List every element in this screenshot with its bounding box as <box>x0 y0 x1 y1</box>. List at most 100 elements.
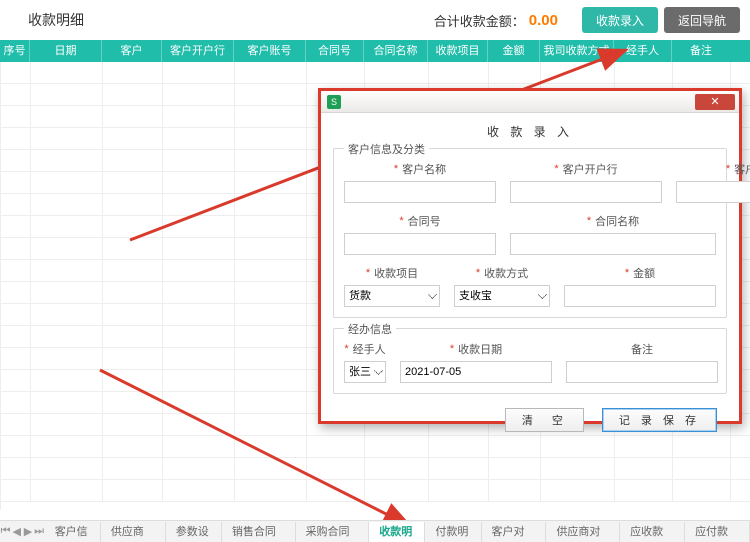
table-cell <box>163 172 235 194</box>
handler-select[interactable]: 张三 <box>344 361 386 383</box>
table-cell <box>31 128 103 150</box>
table-cell <box>31 480 103 502</box>
table-cell <box>163 370 235 392</box>
table-cell <box>103 370 163 392</box>
table-cell <box>1 480 31 502</box>
table-cell <box>489 458 541 480</box>
table-cell <box>163 194 235 216</box>
tab-nav-next[interactable]: ▶ <box>22 525 33 538</box>
required-marker: * <box>726 163 730 175</box>
table-cell <box>103 106 163 128</box>
table-cell <box>103 238 163 260</box>
cust-acct-field[interactable] <box>676 181 750 203</box>
amount-field[interactable] <box>564 285 716 307</box>
sheet-tab[interactable]: 收款明细 <box>369 522 425 542</box>
table-cell <box>1 194 31 216</box>
table-cell <box>103 194 163 216</box>
required-marker: * <box>625 267 629 279</box>
column-header: 备注 <box>672 40 730 62</box>
table-cell <box>235 172 307 194</box>
table-cell <box>103 436 163 458</box>
table-cell <box>365 480 429 502</box>
table-cell <box>31 62 103 84</box>
cust-name-field[interactable] <box>344 181 496 203</box>
contract-no-field[interactable] <box>344 233 496 255</box>
table-cell <box>235 238 307 260</box>
save-button[interactable]: 记 录 保 存 <box>602 408 717 432</box>
table-cell <box>163 150 235 172</box>
remark-field[interactable] <box>566 361 718 383</box>
table-cell <box>1 62 31 84</box>
tab-nav-prev[interactable]: ◀ <box>11 525 22 538</box>
table-cell <box>307 458 365 480</box>
table-cell <box>235 348 307 370</box>
table-cell <box>1 392 31 414</box>
table-cell <box>163 326 235 348</box>
table-cell <box>163 216 235 238</box>
table-cell <box>235 260 307 282</box>
tab-nav-first[interactable]: ⏮ <box>0 525 11 538</box>
sheet-tab[interactable]: 客户信息 <box>45 522 101 542</box>
date-field[interactable] <box>400 361 552 383</box>
sheet-tab[interactable]: 参数设置 <box>166 522 222 542</box>
clear-button[interactable]: 清 空 <box>505 408 584 432</box>
required-marker: * <box>554 163 558 175</box>
grid-header: 序号日期客户客户开户行客户账号合同号合同名称收款项目金额我司收款方式经手人备注 <box>0 40 750 62</box>
sheet-tab[interactable]: 销售合同明细 <box>222 522 296 542</box>
table-cell <box>235 128 307 150</box>
app-icon: S <box>327 95 341 109</box>
contract-name-field[interactable] <box>510 233 716 255</box>
table-cell <box>163 392 235 414</box>
table-cell <box>235 480 307 502</box>
table-cell <box>103 458 163 480</box>
sheet-tab[interactable]: 付款明细 <box>425 522 481 542</box>
back-nav-button[interactable]: 返回导航 <box>664 7 740 33</box>
table-cell <box>1 128 31 150</box>
group-customer-info: 客户信息及分类 *客户名称 *客户开户行 *客户账号 <box>333 148 727 318</box>
sheet-tab[interactable]: 供应商信息 <box>101 522 166 542</box>
table-cell <box>103 84 163 106</box>
label-contract-name: 合同名称 <box>595 213 639 229</box>
table-cell <box>365 458 429 480</box>
table-cell <box>1 458 31 480</box>
table-cell <box>163 62 235 84</box>
sheet-tab[interactable]: 应收款汇总 <box>620 522 685 542</box>
sheet-tab[interactable]: 客户对账单 <box>482 522 547 542</box>
table-cell <box>235 106 307 128</box>
table-cell <box>103 62 163 84</box>
table-cell <box>103 150 163 172</box>
table-cell <box>489 62 541 84</box>
table-cell <box>31 282 103 304</box>
sheet-tab[interactable]: 供应商对账单 <box>546 522 620 542</box>
table-cell <box>1 348 31 370</box>
table-cell <box>1 370 31 392</box>
tab-nav-last[interactable]: ⏭ <box>34 525 45 538</box>
table-cell <box>1 84 31 106</box>
receipt-entry-button[interactable]: 收款录入 <box>582 7 658 33</box>
table-cell <box>31 84 103 106</box>
column-header: 我司收款方式 <box>540 40 614 62</box>
sheet-tab[interactable]: 应付款汇总 <box>685 522 750 542</box>
label-cust-acct: 客户账号 <box>734 161 750 177</box>
table-cell <box>1 150 31 172</box>
table-cell <box>31 458 103 480</box>
table-cell <box>235 370 307 392</box>
pay-item-select[interactable]: 货款 <box>344 285 440 307</box>
table-cell <box>615 458 673 480</box>
label-date: 收款日期 <box>458 341 502 357</box>
table-cell <box>163 304 235 326</box>
table-cell <box>163 84 235 106</box>
page-title: 收款明细 <box>28 10 84 30</box>
table-cell <box>163 238 235 260</box>
table-cell <box>103 260 163 282</box>
table-cell <box>103 326 163 348</box>
pay-method-select[interactable]: 支收宝 <box>454 285 550 307</box>
table-cell <box>31 194 103 216</box>
label-contract-no: 合同号 <box>408 213 441 229</box>
table-cell <box>103 282 163 304</box>
cust-bank-field[interactable] <box>510 181 662 203</box>
sheet-tab-bar: ⏮ ◀ ▶ ⏭ 客户信息供应商信息参数设置销售合同明细采购合同明细收款明细付款明… <box>0 520 750 542</box>
dialog-titlebar[interactable]: S ✕ <box>321 91 739 113</box>
close-icon[interactable]: ✕ <box>695 94 735 110</box>
sheet-tab[interactable]: 采购合同明细 <box>296 522 370 542</box>
